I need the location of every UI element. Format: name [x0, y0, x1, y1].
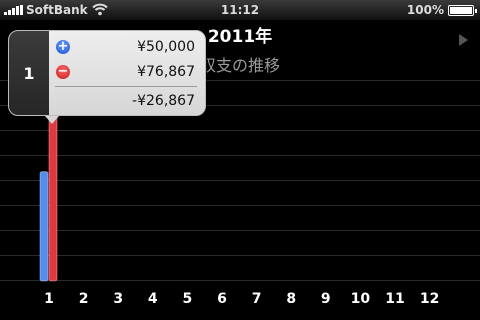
month-label-1[interactable]: 1 [44, 291, 54, 307]
month-label-3[interactable]: 3 [113, 291, 123, 307]
battery-percent: 100% [406, 3, 444, 17]
income-row: + ¥50,000 [49, 36, 205, 58]
popup-body: + ¥50,000 − ¥76,867 -¥26,867 [49, 31, 205, 115]
expense-bar-1[interactable] [48, 112, 58, 282]
month-label-4[interactable]: 4 [148, 291, 158, 307]
expense-amount: ¥76,867 [137, 64, 195, 80]
popup-pointer [45, 116, 59, 124]
status-bar: SoftBank 11:12 100% [0, 0, 480, 20]
expense-row: − ¥76,867 [49, 61, 205, 83]
income-bar-1[interactable] [39, 171, 49, 282]
month-label-2[interactable]: 2 [79, 291, 89, 307]
month-label-8[interactable]: 8 [286, 291, 296, 307]
next-year-arrow-icon[interactable] [459, 34, 468, 46]
month-label-7[interactable]: 7 [252, 291, 262, 307]
popup-month-label: 1 [9, 31, 49, 115]
minus-icon: − [56, 64, 70, 79]
month-label-6[interactable]: 6 [217, 291, 227, 307]
month-label-11[interactable]: 11 [385, 291, 404, 307]
month-detail-popup[interactable]: 1 + ¥50,000 − ¥76,867 -¥26,867 [8, 30, 206, 124]
month-label-10[interactable]: 10 [351, 291, 371, 307]
month-label-9[interactable]: 9 [321, 291, 331, 307]
chart-x-axis: 1 2 3 4 5 6 7 8 9 10 11 12 [44, 291, 439, 307]
income-amount: ¥50,000 [137, 39, 195, 55]
popup-divider [55, 86, 197, 87]
battery-icon [448, 5, 477, 16]
chart-bars [39, 112, 58, 282]
balance-amount: -¥26,867 [132, 93, 195, 109]
month-label-12[interactable]: 12 [420, 291, 439, 307]
month-label-5[interactable]: 5 [183, 291, 193, 307]
plus-icon: + [56, 39, 70, 54]
balance-row: -¥26,867 [49, 90, 205, 112]
